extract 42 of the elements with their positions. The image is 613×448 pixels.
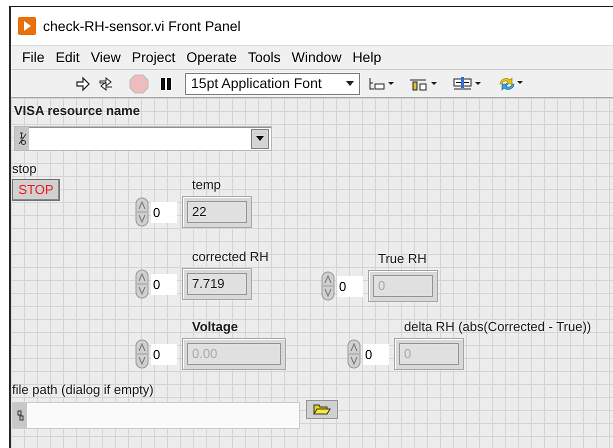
align-icon[interactable] (368, 76, 396, 92)
menu-item[interactable]: Operate (181, 47, 242, 68)
numeric-indicator: 22 (182, 196, 252, 228)
increment-decrement-control[interactable] (135, 197, 149, 227)
visa-resource-field[interactable] (14, 126, 272, 151)
pause-icon[interactable] (159, 76, 173, 90)
menu-item[interactable]: Project (126, 47, 180, 68)
numeric-indicator: 7.719 (182, 268, 252, 300)
array-index-field[interactable]: 0 (151, 274, 177, 294)
control-label: True RH (378, 251, 427, 267)
app-logo-icon (18, 17, 36, 35)
menu-item[interactable]: File (17, 47, 50, 68)
control-label: delta RH (abs(Corrected - True)) (404, 319, 592, 335)
resize-icon[interactable] (452, 76, 484, 92)
array-index-field[interactable]: 0 (151, 202, 177, 222)
menu-item[interactable]: Help (347, 47, 386, 68)
browse-button[interactable] (306, 400, 338, 419)
control-label: stop (12, 161, 37, 177)
caret-icon (256, 136, 264, 141)
io-icon (18, 132, 26, 146)
increment-decrement-control[interactable] (135, 339, 149, 369)
file-path-field[interactable] (12, 402, 300, 429)
run-continuously-icon[interactable] (97, 76, 115, 92)
run-arrow-icon[interactable] (75, 76, 91, 92)
control-label: corrected RH (192, 249, 269, 265)
control-label: temp (192, 177, 221, 193)
menu-item[interactable]: Edit (50, 47, 85, 68)
menu-item[interactable]: View (86, 47, 126, 68)
increment-decrement-control[interactable] (135, 269, 149, 299)
path-icon (16, 410, 24, 422)
menu-item[interactable]: Window (286, 47, 346, 68)
increment-decrement-control[interactable] (347, 339, 361, 369)
caret-icon (346, 81, 354, 86)
folder-icon (313, 404, 331, 415)
control-label: Voltage (192, 319, 238, 335)
dropdown-button[interactable] (251, 128, 269, 148)
control-label: file path (dialog if empty) (12, 382, 154, 398)
menu-item[interactable]: Tools (242, 47, 286, 68)
control-label: VISA resource name (14, 103, 140, 119)
increment-decrement-control[interactable] (321, 271, 335, 301)
window-title: check-RH-sensor.vi Front Panel (43, 16, 241, 36)
font-dropdown[interactable]: 15pt Application Font (185, 72, 360, 94)
